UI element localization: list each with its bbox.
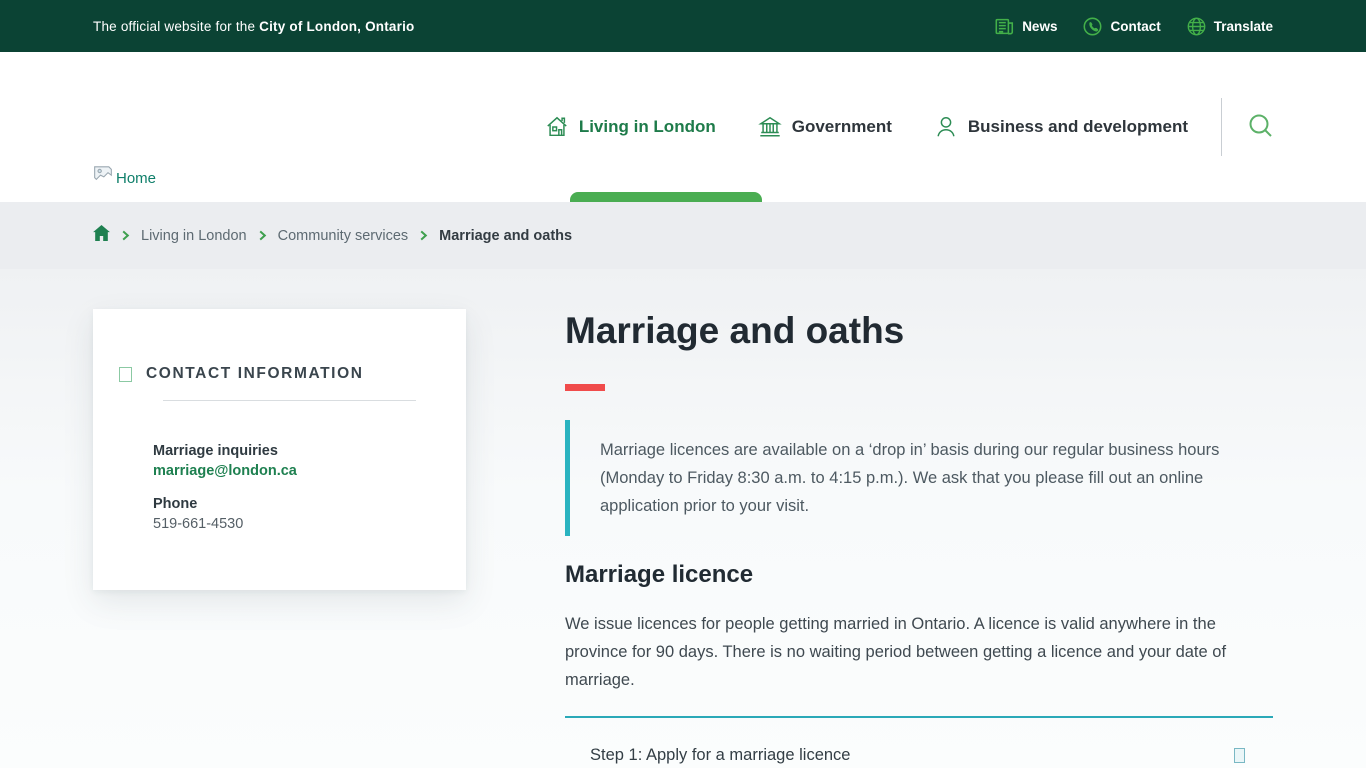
contact-email-link[interactable]: marriage@london.ca	[153, 461, 297, 481]
breadcrumb-community-services[interactable]: Community services	[278, 228, 409, 244]
nav-divider	[1221, 98, 1222, 156]
nav-living-in-london-label: Living in London	[579, 117, 716, 137]
tagline-bold: City of London, Ontario	[259, 19, 414, 34]
breadcrumb-current: Marriage and oaths	[439, 228, 572, 244]
globe-icon	[1187, 17, 1206, 36]
house-icon	[545, 115, 569, 139]
contact-card-body: Marriage inquiries marriage@london.ca Ph…	[153, 441, 466, 534]
email-label: Marriage inquiries	[153, 441, 466, 461]
breadcrumb: Living in London Community services Marr…	[0, 202, 1366, 269]
home-icon	[93, 225, 110, 246]
logo-alt-text: Home	[116, 171, 156, 183]
search-icon	[1246, 111, 1276, 144]
nav-living-in-london[interactable]: Living in London	[545, 115, 716, 139]
person-icon	[934, 115, 958, 139]
nav-government[interactable]: Government	[758, 115, 892, 139]
accordion-step-1-label: Step 1: Apply for a marriage licence	[590, 746, 850, 765]
news-link[interactable]: News	[995, 18, 1057, 35]
breadcrumb-living-in-london[interactable]: Living in London	[141, 228, 247, 244]
chevron-right-icon	[121, 230, 130, 241]
phone-icon	[1083, 17, 1102, 36]
search-button[interactable]	[1246, 111, 1276, 144]
nav-government-label: Government	[792, 117, 892, 137]
drop-in-callout: Marriage licences are available on a ‘dr…	[565, 420, 1273, 536]
page: The official website for the City of Lon…	[0, 0, 1366, 768]
title-accent-bar	[565, 384, 605, 391]
accordion-step-1[interactable]: Step 1: Apply for a marriage licence	[565, 716, 1273, 768]
phone-number: 519-661-4530	[153, 514, 466, 534]
contact-card-header: CONTACT INFORMATION	[119, 365, 466, 383]
phone-label: Phone	[153, 494, 466, 514]
site-tagline: The official website for the City of Lon…	[93, 19, 414, 34]
news-label: News	[1022, 19, 1057, 34]
breadcrumb-home-link[interactable]	[93, 225, 110, 246]
active-nav-indicator	[570, 192, 762, 202]
main-column: Marriage and oaths Marriage licences are…	[565, 269, 1273, 768]
contact-link[interactable]: Contact	[1083, 17, 1160, 36]
broken-image-icon	[93, 165, 113, 187]
section-title: Marriage licence	[565, 560, 1273, 590]
contact-card-icon	[119, 367, 132, 382]
section-body: We issue licences for people getting mar…	[565, 610, 1273, 694]
topbar-links: News Contact	[995, 17, 1273, 36]
contact-label: Contact	[1110, 19, 1160, 34]
topbar: The official website for the City of Lon…	[0, 0, 1366, 52]
card-divider	[163, 400, 416, 401]
tagline-regular: The official website for the	[93, 19, 259, 34]
translate-label: Translate	[1214, 19, 1273, 34]
translate-link[interactable]: Translate	[1187, 17, 1273, 36]
main-header: Home Living in London	[0, 52, 1366, 202]
government-building-icon	[758, 115, 782, 139]
accordion-expand-icon	[1234, 748, 1245, 763]
chevron-right-icon	[419, 230, 428, 241]
site-logo-home-link[interactable]: Home	[93, 165, 156, 187]
chevron-right-icon	[258, 230, 267, 241]
logo-alt-clip: Home	[116, 171, 156, 183]
contact-card-title: CONTACT INFORMATION	[146, 365, 364, 383]
main-nav: Living in London Government	[545, 52, 1276, 202]
contact-information-card: CONTACT INFORMATION Marriage inquiries m…	[93, 309, 466, 590]
news-icon	[995, 18, 1014, 35]
nav-business-and-development[interactable]: Business and development	[934, 115, 1188, 139]
nav-business-and-development-label: Business and development	[968, 117, 1188, 137]
page-title: Marriage and oaths	[565, 309, 1273, 353]
content: CONTACT INFORMATION Marriage inquiries m…	[0, 269, 1366, 768]
